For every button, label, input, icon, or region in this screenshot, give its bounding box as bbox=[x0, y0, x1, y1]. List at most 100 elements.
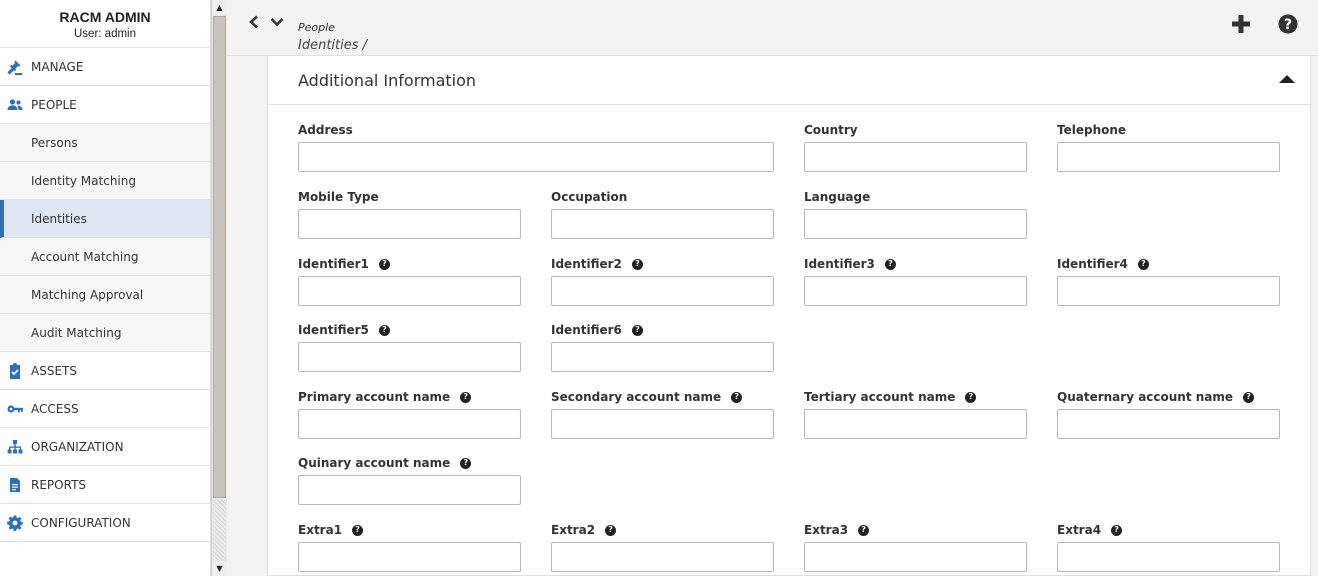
panel-header[interactable]: Additional Information bbox=[268, 56, 1310, 105]
additional-information-panel: Additional Information Address Country T… bbox=[267, 56, 1311, 576]
address-input[interactable] bbox=[298, 142, 774, 172]
scrollbar-thumb[interactable] bbox=[213, 16, 226, 498]
help-icon[interactable]: ? bbox=[858, 524, 870, 536]
language-label: Language bbox=[804, 190, 871, 204]
extra1-label: Extra1? bbox=[298, 522, 364, 538]
primary-account-label: Primary account name? bbox=[298, 389, 472, 405]
sidebar-item-label: PEOPLE bbox=[31, 97, 77, 112]
identifier6-field: Identifier6? bbox=[551, 322, 774, 372]
telephone-input[interactable] bbox=[1057, 142, 1280, 172]
identifier1-input[interactable] bbox=[298, 276, 521, 306]
chevron-down-icon[interactable] bbox=[267, 12, 287, 32]
help-icon[interactable]: ? bbox=[460, 391, 472, 403]
extra3-field: Extra3? bbox=[804, 522, 1027, 572]
identifier4-field: Identifier4? bbox=[1057, 256, 1280, 306]
help-icon[interactable]: ? bbox=[352, 524, 364, 536]
occupation-input[interactable] bbox=[551, 209, 774, 239]
mobile-type-label: Mobile Type bbox=[298, 190, 379, 204]
mobile-type-input[interactable] bbox=[298, 209, 521, 239]
help-icon[interactable]: ? bbox=[631, 258, 643, 270]
sidebar-item-identity-matching[interactable]: Identity Matching bbox=[0, 162, 210, 200]
breadcrumb-current: Identities / bbox=[298, 38, 368, 53]
help-icon[interactable]: ? bbox=[1137, 258, 1149, 270]
extra2-label: Extra2? bbox=[551, 522, 617, 538]
tertiary-account-input[interactable] bbox=[804, 409, 1027, 439]
extra2-input[interactable] bbox=[551, 542, 774, 572]
sidebar-scrollbar[interactable]: ▲ ▼ bbox=[211, 0, 227, 576]
help-icon[interactable]: ? bbox=[378, 258, 390, 270]
identifier4-input[interactable] bbox=[1057, 276, 1280, 306]
sidebar-item-manage[interactable]: MANAGE bbox=[0, 48, 210, 86]
sidebar-item-label: ASSETS bbox=[31, 363, 77, 378]
sidebar-item-persons[interactable]: Persons bbox=[0, 124, 210, 162]
document-icon bbox=[6, 476, 24, 494]
key-icon bbox=[6, 400, 24, 418]
gear-icon bbox=[6, 514, 24, 532]
chevron-left-icon[interactable] bbox=[244, 12, 264, 32]
identifier6-input[interactable] bbox=[551, 342, 774, 372]
primary-account-input[interactable] bbox=[298, 409, 521, 439]
identifier4-label: Identifier4? bbox=[1057, 256, 1149, 272]
help-icon[interactable]: ? bbox=[460, 457, 472, 469]
extra3-input[interactable] bbox=[804, 542, 1027, 572]
extra1-field: Extra1? bbox=[298, 522, 521, 572]
extra4-input[interactable] bbox=[1057, 542, 1280, 572]
sidebar-item-audit-matching[interactable]: Audit Matching bbox=[0, 314, 210, 352]
sidebar-item-reports[interactable]: REPORTS bbox=[0, 466, 210, 504]
extra2-field: Extra2? bbox=[551, 522, 774, 572]
sidebar-item-assets[interactable]: ASSETS bbox=[0, 352, 210, 390]
topbar: People Identities / ? bbox=[227, 0, 1318, 56]
quinary-account-input[interactable] bbox=[298, 475, 521, 505]
help-icon[interactable]: ? bbox=[731, 391, 743, 403]
plus-icon[interactable] bbox=[1231, 14, 1251, 34]
help-icon[interactable]: ? bbox=[965, 391, 977, 403]
scroll-up-arrow-icon[interactable]: ▲ bbox=[212, 0, 227, 15]
help-circle-icon[interactable]: ? bbox=[1278, 14, 1298, 34]
breadcrumb-parent[interactable]: People bbox=[298, 21, 335, 34]
sidebar-item-organization[interactable]: ORGANIZATION bbox=[0, 428, 210, 466]
identifier5-input[interactable] bbox=[298, 342, 521, 372]
telephone-label: Telephone bbox=[1057, 123, 1127, 137]
quinary-account-label: Quinary account name? bbox=[298, 455, 472, 471]
help-icon[interactable]: ? bbox=[1243, 391, 1255, 403]
identifier1-label: Identifier1? bbox=[298, 256, 390, 272]
sidebar-item-configuration[interactable]: CONFIGURATION bbox=[0, 504, 210, 542]
sidebar-item-identities[interactable]: Identities bbox=[0, 200, 210, 238]
identifier3-label: Identifier3? bbox=[804, 256, 896, 272]
sidebar-item-account-matching[interactable]: Account Matching bbox=[0, 238, 210, 276]
quaternary-account-label: Quaternary account name? bbox=[1057, 389, 1255, 405]
scrollbar-track[interactable] bbox=[213, 500, 226, 560]
people-icon bbox=[6, 96, 24, 114]
sidebar-item-access[interactable]: ACCESS bbox=[0, 390, 210, 428]
extra4-field: Extra4? bbox=[1057, 522, 1280, 572]
sidebar-item-label: Persons bbox=[31, 135, 78, 150]
identifier2-field: Identifier2? bbox=[551, 256, 774, 306]
country-field: Country bbox=[804, 122, 1027, 172]
help-icon[interactable]: ? bbox=[378, 324, 390, 336]
scroll-down-arrow-icon[interactable]: ▼ bbox=[212, 561, 227, 576]
clipboard-check-icon bbox=[6, 362, 24, 380]
country-input[interactable] bbox=[804, 142, 1027, 172]
address-label: Address bbox=[298, 123, 353, 137]
gavel-icon bbox=[6, 58, 24, 76]
identifier1-field: Identifier1? bbox=[298, 256, 521, 306]
language-input[interactable] bbox=[804, 209, 1027, 239]
identifier2-label: Identifier2? bbox=[551, 256, 643, 272]
help-icon[interactable]: ? bbox=[631, 324, 643, 336]
identifier6-label: Identifier6? bbox=[551, 322, 643, 338]
sidebar-item-label: MANAGE bbox=[31, 59, 84, 74]
identifier3-input[interactable] bbox=[804, 276, 1027, 306]
secondary-account-input[interactable] bbox=[551, 409, 774, 439]
quaternary-account-input[interactable] bbox=[1057, 409, 1280, 439]
quinary-account-field: Quinary account name? bbox=[298, 455, 521, 505]
extra1-input[interactable] bbox=[298, 542, 521, 572]
mobile-type-field: Mobile Type bbox=[298, 189, 521, 239]
sidebar-item-people[interactable]: PEOPLE bbox=[0, 86, 210, 124]
help-icon[interactable]: ? bbox=[605, 524, 617, 536]
collapse-triangle-icon[interactable] bbox=[1279, 73, 1295, 85]
sidebar-item-label: CONFIGURATION bbox=[31, 515, 131, 530]
sidebar-item-matching-approval[interactable]: Matching Approval bbox=[0, 276, 210, 314]
help-icon[interactable]: ? bbox=[884, 258, 896, 270]
help-icon[interactable]: ? bbox=[1111, 524, 1123, 536]
identifier2-input[interactable] bbox=[551, 276, 774, 306]
